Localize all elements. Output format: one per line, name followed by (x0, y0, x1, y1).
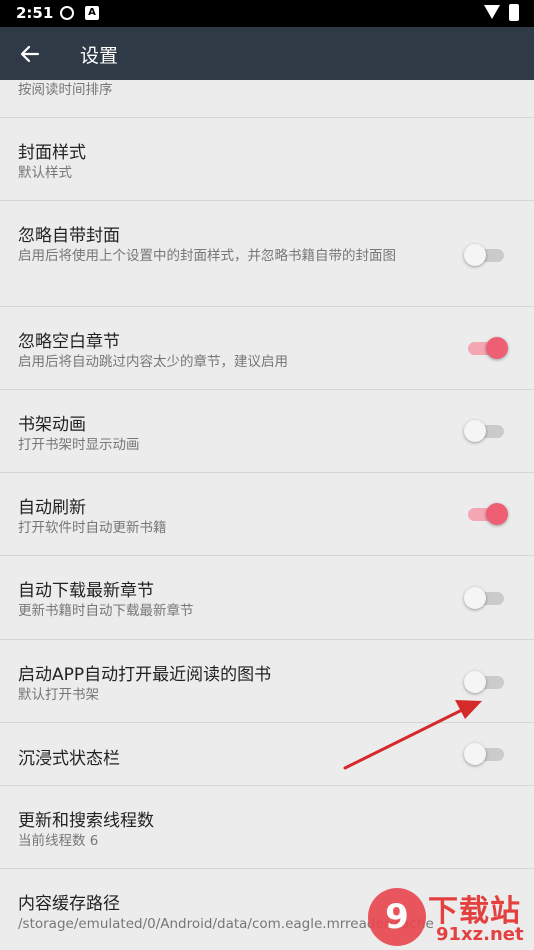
setting-ignore-builtin-cover[interactable]: 忽略自带封面 启用后将使用上个设置中的封面样式，并忽略书籍自带的封面图 (0, 201, 534, 307)
switch-thumb (464, 743, 486, 765)
setting-sort-order[interactable]: 按阅读时间排序 (0, 80, 534, 118)
switch-thumb (486, 503, 508, 525)
page-title: 设置 (80, 45, 119, 67)
setting-immersive-status-bar[interactable]: 沉浸式状态栏 (0, 723, 534, 786)
shelf-animation-switch[interactable] (464, 420, 504, 442)
open-recent-on-launch-switch[interactable] (464, 671, 504, 693)
setting-thread-count[interactable]: 更新和搜索线程数 当前线程数 6 (0, 786, 534, 869)
setting-subtitle: 打开软件时自动更新书籍 (18, 520, 167, 536)
switch-thumb (486, 337, 508, 359)
setting-subtitle: 更新书籍时自动下载最新章节 (18, 603, 194, 619)
sync-icon (60, 6, 74, 20)
auto-download-latest-switch[interactable] (464, 587, 504, 609)
setting-subtitle: 打开书架时显示动画 (18, 437, 140, 453)
watermark: 9 下载站 91xz.net (366, 886, 534, 950)
setting-ignore-empty-chapters[interactable]: 忽略空白章节 启用后将自动跳过内容太少的章节，建议启用 (0, 307, 534, 390)
a-notification-icon: A (85, 6, 99, 20)
immersive-status-bar-switch[interactable] (464, 743, 504, 765)
arrow-left-icon (20, 45, 40, 63)
setting-cover-style[interactable]: 封面样式 默认样式 (0, 118, 534, 201)
setting-title: 忽略空白章节 (18, 332, 120, 352)
setting-subtitle: 启用后将自动跳过内容太少的章节，建议启用 (18, 354, 288, 370)
setting-subtitle: 启用后将使用上个设置中的封面样式，并忽略书籍自带的封面图 (18, 248, 396, 264)
setting-title: 内容缓存路径 (18, 894, 120, 914)
setting-title: 自动下载最新章节 (18, 581, 154, 601)
setting-shelf-animation[interactable]: 书架动画 打开书架时显示动画 (0, 390, 534, 473)
setting-auto-refresh[interactable]: 自动刷新 打开软件时自动更新书籍 (0, 473, 534, 556)
setting-title: 封面样式 (18, 143, 86, 163)
switch-thumb (464, 587, 486, 609)
switch-thumb (464, 671, 486, 693)
switch-thumb (464, 244, 486, 266)
setting-subtitle: 当前线程数 6 (18, 833, 99, 849)
setting-subtitle: 默认样式 (18, 165, 72, 181)
setting-subtitle: 默认打开书架 (18, 687, 99, 703)
setting-title: 启动APP自动打开最近阅读的图书 (18, 665, 272, 685)
watermark-url: 91xz.net (436, 924, 524, 945)
battery-charging-icon (509, 4, 519, 21)
ignore-empty-chapters-switch[interactable] (468, 337, 508, 359)
setting-open-recent-on-launch[interactable]: 启动APP自动打开最近阅读的图书 默认打开书架 (0, 640, 534, 723)
watermark-logo: 9 (368, 888, 426, 946)
setting-auto-download-latest[interactable]: 自动下载最新章节 更新书籍时自动下载最新章节 (0, 556, 534, 640)
setting-title: 自动刷新 (18, 498, 86, 518)
back-button[interactable] (10, 34, 50, 74)
status-bar: 2:51 A (0, 0, 534, 27)
auto-refresh-switch[interactable] (468, 503, 508, 525)
setting-title: 沉浸式状态栏 (18, 749, 120, 769)
setting-title: 书架动画 (18, 415, 86, 435)
setting-subtitle: 按阅读时间排序 (18, 82, 113, 98)
setting-title: 忽略自带封面 (18, 226, 120, 246)
setting-title: 更新和搜索线程数 (18, 811, 154, 831)
status-time: 2:51 (16, 4, 54, 22)
wifi-icon (484, 5, 500, 19)
settings-list[interactable]: 按阅读时间排序 封面样式 默认样式 忽略自带封面 启用后将使用上个设置中的封面样… (0, 80, 534, 950)
ignore-builtin-cover-switch[interactable] (464, 244, 504, 266)
app-bar: 设置 (0, 27, 534, 80)
switch-thumb (464, 420, 486, 442)
